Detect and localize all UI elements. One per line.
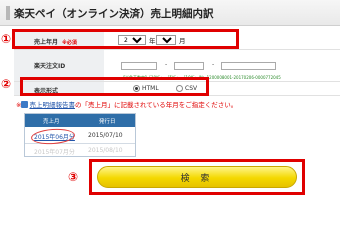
annotation-3: ③ [68,170,79,184]
column-header-sales-month: 売上月 [43,119,60,125]
table-cell-issue-date: 2015/08/10 [88,147,123,154]
table-cell-sales-month: 2015年07月分 [34,149,75,156]
table-header: 売上月 発行日 [25,114,135,127]
order-id-part3-input[interactable] [221,62,276,70]
sales-report-link[interactable]: 売上明細報告書 [29,101,75,109]
sales-report-example-table: 売上月 発行日 2015年06月分 2015/07/10 2015年07月分 2… [24,113,136,157]
dash-separator: - [212,61,215,68]
order-id-part2-input[interactable] [174,62,204,70]
dash-separator: - [165,61,168,68]
sales-month-notice: ※ 売上明細報告書の「売上月」に記載されている年月をご指定ください。 [16,101,238,109]
page-title: 楽天ペイ（オンライン決済）売上明細内訳 [14,8,214,20]
document-link-icon [21,101,29,108]
annotation-box-1 [12,29,239,49]
title-marker [6,6,10,20]
column-header-issue-date: 発行日 [99,119,116,125]
annotation-2: ② [1,77,12,91]
table-cell-issue-date: 2015/07/10 [88,132,123,139]
annotation-1: ① [1,32,12,46]
order-id-part1-input[interactable] [121,62,157,70]
title-bar: 楽天ペイ（オンライン決済）売上明細内訳 [0,0,340,26]
annotation-box-3 [89,159,305,195]
order-id-label: 楽天注文ID [34,63,66,70]
annotation-box-2 [20,77,209,96]
